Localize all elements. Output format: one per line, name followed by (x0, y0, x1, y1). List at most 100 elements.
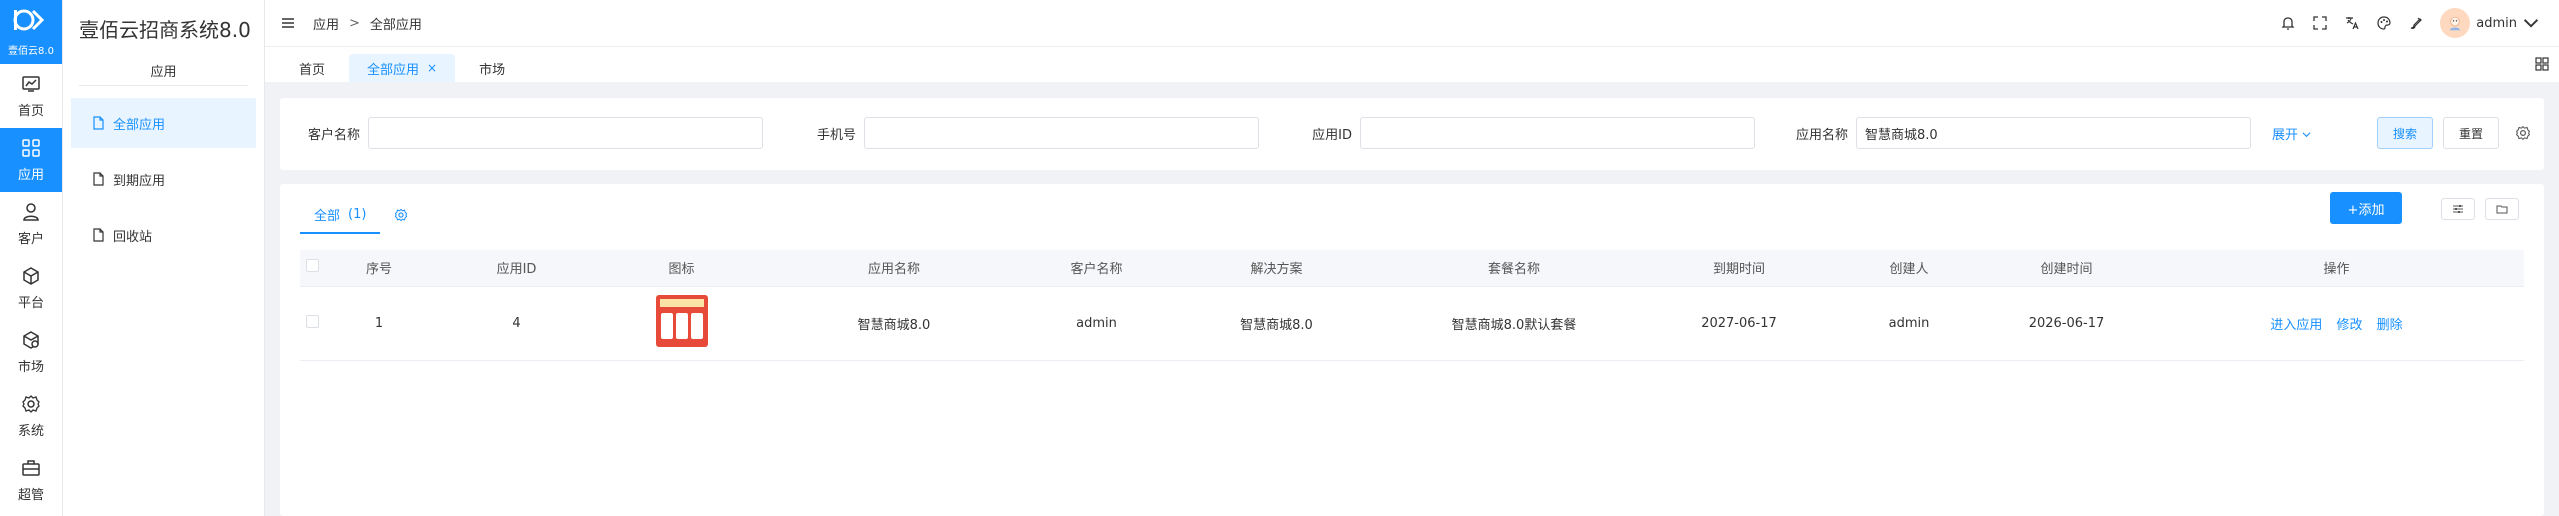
rail-item-superadmin[interactable]: 超管 (0, 448, 62, 512)
col-header: 客户名称 (1024, 250, 1169, 287)
menu-toggle-icon[interactable] (281, 16, 295, 30)
sidebar-section-title: 应用 (79, 56, 248, 86)
list-tabs: 全部 (1) (300, 196, 408, 234)
customer-name-input[interactable] (368, 117, 763, 149)
filter-appname: 应用名称 (1788, 117, 2251, 149)
rail-item-system[interactable]: 系统 (0, 384, 62, 448)
rail-item-label: 市场 (17, 359, 44, 375)
breadcrumb-item[interactable]: 应用 (313, 14, 339, 33)
search-filter-panel: 客户名称 手机号 应用ID 应用名称 展开 搜索 重置 (280, 98, 2544, 170)
filter-settings-gear-icon[interactable] (2515, 125, 2531, 141)
col-header: 操作 (2149, 250, 2524, 287)
reset-button[interactable]: 重置 (2443, 117, 2499, 149)
col-header: 套餐名称 (1384, 250, 1644, 287)
cell-actions: 进入应用 修改 删除 (2149, 286, 2524, 361)
gear-icon (22, 394, 40, 413)
sliders-icon (2453, 205, 2463, 213)
cell-creator: admin (1834, 286, 1984, 361)
market-box-icon (23, 330, 39, 349)
tab-label: 市场 (479, 62, 506, 78)
user-menu[interactable]: admin (2440, 8, 2539, 38)
rail-item-customer[interactable]: 客户 (0, 192, 62, 256)
sidebar-item-expired-apps[interactable]: 到期应用 (71, 154, 256, 204)
tab-all-apps[interactable]: 全部应用 × (349, 54, 456, 82)
phone-input[interactable] (864, 117, 1259, 149)
data-panel: 全部 (1) +添加 序号 应用ID 图标 应用名称 客户名称 解决方案 套餐名… (280, 184, 2544, 516)
logo[interactable]: 壹佰云8.0 (0, 0, 62, 64)
fullscreen-icon[interactable] (2312, 15, 2328, 31)
folder-icon (2496, 205, 2508, 214)
avatar (2440, 8, 2471, 38)
expand-label: 展开 (2272, 128, 2299, 143)
tab-all-count: (1) (348, 206, 367, 222)
filter-customer: 客户名称 (300, 117, 763, 149)
icon-rail: 壹佰云8.0 首页 应用 客户 平台 市场 系统 超管 (0, 0, 63, 516)
phone-label: 手机号 (816, 127, 856, 143)
tab-home[interactable]: 首页 (281, 54, 343, 82)
col-header: 解决方案 (1169, 250, 1384, 287)
bell-icon[interactable] (2280, 15, 2296, 31)
tab-settings-gear-icon[interactable] (394, 208, 408, 222)
breadcrumb: 应用 > 全部应用 (313, 14, 422, 33)
breadcrumb-item: 全部应用 (369, 17, 422, 33)
enter-app-link[interactable]: 进入应用 (2270, 318, 2322, 333)
theme-brush-icon[interactable] (2408, 15, 2424, 31)
toolbox-icon (22, 459, 40, 476)
appid-label: 应用ID (1312, 127, 1352, 143)
expand-toggle[interactable]: 展开 (2272, 124, 2311, 143)
column-filter-button[interactable] (2441, 198, 2475, 220)
apps-grid-icon (22, 138, 40, 157)
export-folder-button[interactable] (2485, 198, 2519, 220)
tabs-menu-grid-icon[interactable] (2535, 57, 2549, 71)
cell-appid: 4 (434, 286, 599, 361)
appname-input[interactable] (1856, 117, 2251, 149)
cell-created: 2026-06-17 (1984, 286, 2149, 361)
logo-mark-icon (13, 7, 49, 38)
rail-item-apps[interactable]: 应用 (0, 128, 62, 192)
search-button[interactable]: 搜索 (2377, 117, 2433, 149)
delete-link[interactable]: 删除 (2377, 318, 2403, 333)
dashboard-icon (22, 75, 40, 92)
file-icon (93, 228, 104, 242)
cell-package: 智慧商城8.0默认套餐 (1384, 286, 1644, 361)
page-tabs: 首页 全部应用 × 市场 (265, 46, 2559, 82)
select-all-checkbox[interactable] (305, 259, 319, 273)
row-select-cell (300, 286, 324, 361)
col-header: 序号 (324, 250, 434, 287)
tab-label: 首页 (299, 62, 326, 78)
file-icon (93, 116, 104, 130)
tab-market[interactable]: 市场 (461, 54, 523, 82)
tab-label: 全部应用 (367, 62, 420, 78)
tab-all[interactable]: 全部 (1) (300, 196, 381, 234)
close-icon[interactable]: × (427, 61, 437, 75)
col-header: 应用名称 (764, 250, 1024, 287)
rail-item-platform[interactable]: 平台 (0, 256, 62, 320)
palette-icon[interactable] (2376, 15, 2392, 31)
rail-item-label: 平台 (17, 295, 44, 311)
sidebar-item-all-apps[interactable]: 全部应用 (71, 98, 256, 148)
filter-phone: 手机号 (796, 117, 1259, 149)
cell-customer: admin (1024, 286, 1169, 361)
col-header: 图标 (599, 250, 764, 287)
sidebar-menu: 全部应用 到期应用 回收站 (63, 98, 264, 260)
tab-all-label: 全部 (314, 208, 341, 224)
cell-appname: 智慧商城8.0 (764, 286, 1024, 361)
add-button[interactable]: +添加 (2330, 192, 2402, 224)
row-checkbox[interactable] (305, 314, 319, 328)
chevron-down-icon (2302, 132, 2311, 138)
rail-item-label: 系统 (17, 423, 44, 439)
rail-item-home[interactable]: 首页 (0, 64, 62, 128)
appname-label: 应用名称 (1795, 127, 1848, 143)
filter-appid: 应用ID (1292, 117, 1755, 149)
breadcrumb-separator: > (349, 15, 360, 31)
appid-input[interactable] (1360, 117, 1755, 149)
rail-item-market[interactable]: 市场 (0, 320, 62, 384)
edit-link[interactable]: 修改 (2336, 318, 2362, 333)
translate-icon[interactable] (2344, 15, 2360, 31)
username: admin (2476, 15, 2517, 31)
cell-icon (599, 286, 764, 361)
table-row: 1 4 智慧商城8.0 admin 智慧商城8.0 智慧商城8.0默认套餐 20… (300, 286, 2524, 361)
col-header: 应用ID (434, 250, 599, 287)
sidebar-item-label: 回收站 (113, 229, 153, 245)
sidebar-item-recycle-bin[interactable]: 回收站 (71, 210, 256, 260)
